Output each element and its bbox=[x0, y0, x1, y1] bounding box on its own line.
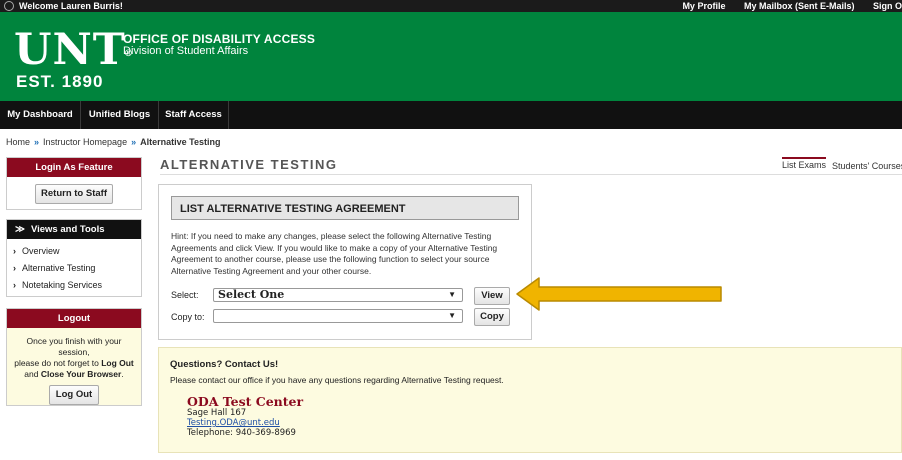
sidebar-item-overview[interactable]: › Overview bbox=[7, 243, 141, 260]
agreement-form-panel: LIST ALTERNATIVE TESTING AGREEMENT Hint:… bbox=[158, 184, 532, 340]
breadcrumb-instructor-homepage[interactable]: Instructor Homepage bbox=[43, 137, 127, 147]
double-chevron-down-icon: ≫ bbox=[15, 224, 25, 235]
contact-panel: Questions? Contact Us! Please contact ou… bbox=[158, 347, 902, 453]
sidebar-item-label: Notetaking Services bbox=[22, 280, 103, 290]
logout-text-c: and bbox=[24, 369, 39, 379]
tab-students-courses[interactable]: Students' Courses bbox=[832, 161, 902, 171]
login-as-feature-panel: Login As Feature Return to Staff bbox=[6, 157, 142, 210]
my-profile-link[interactable]: My Profile bbox=[682, 1, 725, 11]
welcome-message: Welcome Lauren Burris! bbox=[4, 0, 123, 12]
copy-button[interactable]: Copy bbox=[474, 308, 510, 326]
office-title: OFFICE OF DISABILITY ACCESS bbox=[123, 32, 316, 46]
copy-to-label: Copy to: bbox=[171, 312, 205, 322]
dropdown-arrow-icon: ▼ bbox=[448, 290, 456, 299]
globe-icon bbox=[4, 1, 14, 11]
agreement-select-value: Select One bbox=[218, 288, 285, 301]
sidebar-item-notetaking-services[interactable]: › Notetaking Services bbox=[7, 277, 141, 294]
logout-text-b: please do not forget to bbox=[14, 358, 99, 368]
sidebar-item-alternative-testing[interactable]: › Alternative Testing bbox=[7, 260, 141, 277]
oda-test-center-name: ODA Test Center bbox=[187, 394, 304, 409]
logout-title: Logout bbox=[7, 309, 141, 328]
nav-my-dashboard[interactable]: My Dashboard bbox=[0, 101, 81, 129]
contact-address: Sage Hall 167 bbox=[187, 408, 247, 418]
views-and-tools-panel: ≫ Views and Tools › Overview › Alternative … bbox=[6, 219, 142, 297]
unt-logo[interactable]: UNT® bbox=[14, 29, 134, 72]
contact-email-link[interactable]: Testing.ODA@unt.edu bbox=[187, 418, 296, 428]
views-and-tools-title: Views and Tools bbox=[30, 224, 105, 235]
welcome-text: Welcome Lauren Burris! bbox=[19, 1, 123, 11]
tab-list-exams[interactable]: List Exams bbox=[782, 157, 827, 170]
left-arrow-icon bbox=[516, 277, 722, 311]
top-links: My Profile My Mailbox (Sent E-Mails) Sig… bbox=[682, 0, 902, 12]
breadcrumb-separator: » bbox=[131, 137, 137, 147]
breadcrumb-current: Alternative Testing bbox=[140, 137, 221, 147]
login-as-feature-title: Login As Feature bbox=[7, 158, 141, 177]
views-and-tools-header: ≫ Views and Tools bbox=[7, 220, 141, 239]
sign-out-link[interactable]: Sign O bbox=[873, 1, 902, 11]
dropdown-arrow-icon: ▼ bbox=[448, 311, 456, 320]
logout-button-wrap: Log Out bbox=[7, 380, 141, 405]
page-title: ALTERNATIVE TESTING bbox=[160, 157, 338, 172]
agreement-form-heading: LIST ALTERNATIVE TESTING AGREEMENT bbox=[171, 196, 519, 220]
main-nav: My Dashboard Unified Blogs Staff Access bbox=[0, 101, 902, 129]
chevron-right-icon: › bbox=[13, 280, 16, 290]
contact-details: Sage Hall 167 Testing.ODA@unt.edu Teleph… bbox=[187, 408, 296, 438]
views-list: › Overview › Alternative Testing › Notetaki… bbox=[7, 239, 141, 294]
select-label: Select: bbox=[171, 290, 199, 300]
logout-panel: Logout Once you finish with your session… bbox=[6, 308, 142, 406]
site-header: UNT® EST. 1890 OFFICE OF DISABILITY ACCE… bbox=[0, 12, 902, 101]
agreement-hint: Hint: If you need to make any changes, p… bbox=[171, 231, 498, 276]
sidebar-item-label: Alternative Testing bbox=[22, 263, 96, 273]
contact-text: Please contact our office if you have an… bbox=[170, 375, 504, 385]
breadcrumb: Home» Instructor Homepage» Alternative Tes… bbox=[6, 137, 220, 147]
breadcrumb-separator: » bbox=[34, 137, 40, 147]
top-bar: Welcome Lauren Burris! My Profile My Mai… bbox=[0, 0, 902, 12]
division-subtitle: Division of Student Affairs bbox=[123, 45, 249, 57]
title-divider bbox=[160, 174, 902, 175]
chevron-right-icon: › bbox=[13, 263, 16, 273]
logout-text-c-end: . bbox=[121, 369, 124, 379]
chevron-right-icon: › bbox=[13, 246, 16, 256]
annotation-arrow bbox=[515, 274, 725, 317]
nav-staff-access[interactable]: Staff Access bbox=[159, 101, 229, 129]
return-button-wrap: Return to Staff bbox=[7, 177, 141, 204]
logout-text-a: Once you finish with your session, bbox=[26, 336, 122, 357]
logout-message: Once you finish with your session, pleas… bbox=[7, 328, 141, 380]
contact-phone: Telephone: 940-369-8969 bbox=[187, 428, 296, 438]
contact-title: Questions? Contact Us! bbox=[170, 359, 279, 370]
return-to-staff-button[interactable]: Return to Staff bbox=[35, 184, 113, 204]
copy-to-select[interactable]: ▼ bbox=[213, 309, 463, 323]
logout-text-b-bold: Log Out bbox=[101, 358, 134, 368]
agreement-select[interactable]: Select One ▼ bbox=[213, 288, 463, 302]
my-mailbox-link[interactable]: My Mailbox (Sent E-Mails) bbox=[744, 1, 855, 11]
logo-text: UNT bbox=[14, 25, 126, 75]
logo-est: EST. 1890 bbox=[16, 72, 104, 91]
logout-text-c-bold: Close Your Browser bbox=[40, 369, 122, 379]
breadcrumb-home[interactable]: Home bbox=[6, 137, 30, 147]
log-out-button[interactable]: Log Out bbox=[49, 385, 99, 405]
nav-unified-blogs[interactable]: Unified Blogs bbox=[81, 101, 159, 129]
sidebar-item-label: Overview bbox=[22, 246, 60, 256]
view-button[interactable]: View bbox=[474, 287, 510, 305]
